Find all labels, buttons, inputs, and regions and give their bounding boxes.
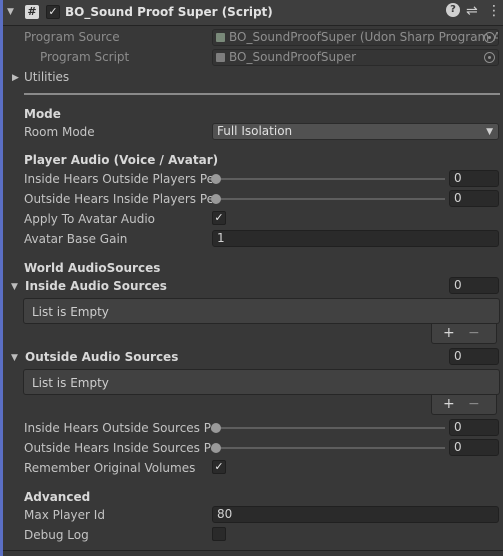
object-picker-icon[interactable]	[484, 52, 495, 63]
slider-thumb[interactable]	[211, 443, 221, 453]
list-footer: + −	[431, 395, 497, 415]
empty-list-label: List is Empty	[32, 305, 109, 319]
program-script-value: BO_SoundProofSuper	[229, 50, 357, 64]
add-icon[interactable]: +	[443, 326, 455, 340]
avatar-base-gain-input[interactable]: 1	[212, 230, 499, 247]
chevron-down-icon: ▼	[486, 127, 493, 137]
world-audio-heading: World AudioSources	[24, 261, 161, 275]
outside-audio-sources-list: List is Empty	[23, 369, 500, 395]
program-source-field[interactable]: BO_SoundProofSuper (Udon Sharp Program A…	[212, 29, 499, 46]
outside-audio-sources-label[interactable]: Outside Audio Sources	[25, 350, 178, 364]
inside-hears-outside-sources-label: Inside Hears Outside Sources Percent	[24, 421, 212, 435]
inside-hears-outside-sources-slider[interactable]	[214, 427, 445, 429]
player-audio-heading: Player Audio (Voice / Avatar)	[24, 153, 219, 167]
outside-hears-inside-players-label: Outside Hears Inside Players Percent	[24, 192, 212, 206]
add-icon[interactable]: +	[443, 397, 455, 411]
utilities-arrow-icon[interactable]: ▶	[12, 73, 19, 83]
outside-hears-inside-sources-input[interactable]: 0	[449, 439, 499, 456]
debug-log-checkbox[interactable]	[212, 527, 226, 541]
inside-hears-outside-players-slider[interactable]	[214, 178, 445, 180]
object-picker-icon[interactable]	[484, 32, 495, 43]
outside-hears-inside-players-input[interactable]: 0	[449, 190, 499, 207]
utilities-foldout[interactable]: Utilities	[24, 70, 69, 84]
inside-audio-sources-count[interactable]: 0	[449, 277, 499, 294]
remove-icon[interactable]: −	[468, 397, 480, 411]
outside-audio-sources-count[interactable]: 0	[449, 348, 499, 365]
list-footer: + −	[431, 324, 497, 344]
program-script-label: Program Script	[40, 50, 130, 64]
help-icon[interactable]: ?	[446, 3, 460, 17]
preset-icon[interactable]: ⇌	[466, 3, 478, 19]
outside-hears-inside-sources-slider[interactable]	[214, 447, 445, 449]
empty-list-label: List is Empty	[32, 376, 109, 390]
room-mode-value: Full Isolation	[217, 124, 293, 138]
component-accent-bar	[0, 0, 3, 556]
slider-thumb[interactable]	[211, 423, 221, 433]
component-header[interactable]: ▼ # ✓ BO_Sound Proof Super (Script) ? ⇌ …	[3, 0, 503, 26]
divider	[24, 93, 500, 95]
debug-log-label: Debug Log	[24, 528, 89, 542]
component-title: BO_Sound Proof Super (Script)	[65, 5, 273, 19]
apply-to-avatar-audio-label: Apply To Avatar Audio	[24, 212, 156, 226]
inside-hears-outside-players-input[interactable]: 0	[449, 170, 499, 187]
script-icon: #	[25, 5, 39, 19]
advanced-heading: Advanced	[24, 490, 91, 504]
remember-original-volumes-checkbox[interactable]: ✓	[212, 460, 226, 474]
script-file-icon	[216, 53, 225, 62]
inside-sources-arrow-icon[interactable]: ▼	[11, 282, 18, 292]
inside-hears-outside-sources-input[interactable]: 0	[449, 419, 499, 436]
more-icon[interactable]: ⋮	[487, 3, 501, 19]
bottom-divider	[3, 550, 503, 551]
inside-audio-sources-list: List is Empty	[23, 298, 500, 324]
collapse-arrow-icon[interactable]: ▼	[7, 7, 14, 17]
program-source-label: Program Source	[24, 30, 120, 44]
remember-original-volumes-label: Remember Original Volumes	[24, 461, 196, 475]
slider-thumb[interactable]	[211, 174, 221, 184]
inside-audio-sources-label[interactable]: Inside Audio Sources	[25, 279, 167, 293]
enabled-checkbox[interactable]: ✓	[46, 5, 60, 19]
outside-hears-inside-sources-label: Outside Hears Inside Sources Percent	[24, 441, 212, 455]
program-script-field[interactable]: BO_SoundProofSuper	[212, 49, 499, 66]
max-player-id-input[interactable]: 80	[212, 506, 499, 523]
outside-sources-arrow-icon[interactable]: ▼	[11, 353, 18, 363]
room-mode-label: Room Mode	[24, 125, 95, 139]
slider-thumb[interactable]	[211, 194, 221, 204]
remove-icon[interactable]: −	[468, 326, 480, 340]
program-source-value: BO_SoundProofSuper (Udon Sharp Program A…	[229, 30, 498, 44]
room-mode-dropdown[interactable]: Full Isolation ▼	[212, 123, 499, 140]
inside-hears-outside-players-label: Inside Hears Outside Players Percent	[24, 172, 212, 186]
avatar-base-gain-label: Avatar Base Gain	[24, 232, 128, 246]
outside-hears-inside-players-slider[interactable]	[214, 198, 445, 200]
mode-heading: Mode	[24, 107, 61, 121]
apply-to-avatar-audio-checkbox[interactable]: ✓	[212, 211, 226, 225]
max-player-id-label: Max Player Id	[24, 508, 105, 522]
asset-icon	[216, 33, 225, 42]
